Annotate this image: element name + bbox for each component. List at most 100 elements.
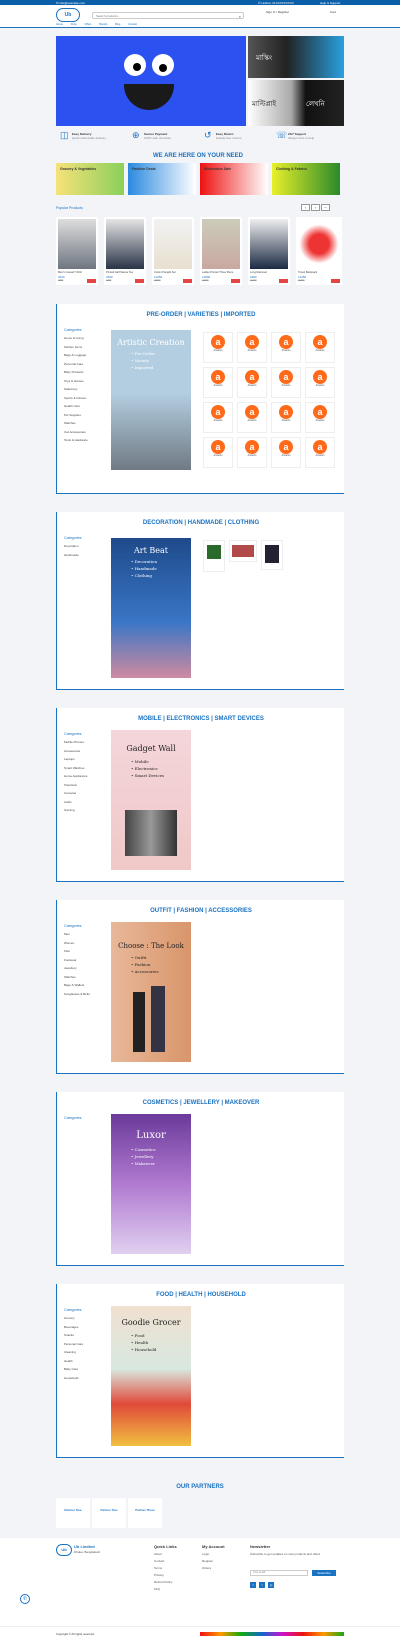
facebook-icon[interactable]: f <box>250 1582 256 1588</box>
next-arrow-icon[interactable]: › <box>311 204 320 211</box>
footer-link[interactable]: FAQ <box>154 1587 160 1591</box>
category-link[interactable]: Stationery <box>64 387 88 391</box>
category-link[interactable]: Cleaning <box>64 1350 83 1354</box>
category-link[interactable]: Handmade <box>64 553 81 557</box>
category-link[interactable]: Television <box>64 783 87 787</box>
category-link[interactable]: Accessories <box>64 749 87 753</box>
category-link[interactable]: Health Care <box>64 404 88 408</box>
nav-item[interactable]: Shop <box>71 23 77 26</box>
brand-tile[interactable]: a Amazon <box>237 367 267 398</box>
partner-logo[interactable]: Partner Three <box>128 1498 162 1528</box>
section-banner[interactable]: Gadget Wall • Mobile • Electronics • Smart… <box>111 730 191 870</box>
hero-tile-1[interactable]: মাস্কিং <box>248 36 344 78</box>
brand-tile[interactable]: a Amazon <box>305 437 335 468</box>
section-banner[interactable]: Art Beat • Decoration • Handmade • Clothin… <box>111 538 191 678</box>
category-link[interactable]: Smart Watches <box>64 766 87 770</box>
brand-tile[interactable]: a Amazon <box>305 402 335 433</box>
brand-tile[interactable]: a Amazon <box>203 437 233 468</box>
nav-item[interactable]: Blog <box>115 23 120 26</box>
category-link[interactable]: Laptops <box>64 757 87 761</box>
category-link[interactable]: Home Appliances <box>64 774 87 778</box>
site-logo[interactable]: Ub <box>56 8 80 22</box>
product-card[interactable]: Long Raincoat ৳980 ৳1200 <box>248 217 290 285</box>
brand-tile[interactable]: a Amazon <box>305 367 335 398</box>
product-card[interactable]: Printed Half Sleeve Tee ৳590 ৳700 <box>104 217 146 285</box>
section-banner[interactable]: Luxor • Cosmetics • Jewellery • Makeover <box>111 1114 191 1254</box>
brand-tile[interactable]: a Amazon <box>203 367 233 398</box>
section-banner[interactable]: Goodie Grocer • Food • Health • Household <box>111 1306 191 1446</box>
category-link[interactable]: Bags & Wallets <box>64 983 90 987</box>
nav-item[interactable]: Brands <box>99 23 107 26</box>
category-link[interactable]: Baby Care <box>64 1367 83 1371</box>
nav-item[interactable]: Offers <box>84 23 91 26</box>
hero-tile-2[interactable]: মাল্টিপ্লাই লেখনি <box>248 80 344 126</box>
category-link[interactable]: Baby Products <box>64 370 88 374</box>
section-banner[interactable]: Choose : The Look • Outfit • Fashion • Acc… <box>111 922 191 1062</box>
twitter-icon[interactable]: t <box>259 1582 265 1588</box>
need-card[interactable]: Grocery & Vegetables <box>56 163 124 195</box>
category-link[interactable]: Bags & Luggage <box>64 353 88 357</box>
need-card[interactable]: Clothing & Fabrics <box>272 163 340 195</box>
category-link[interactable]: Footwear <box>64 958 90 962</box>
category-link[interactable]: Sports & Fitness <box>64 396 88 400</box>
newsletter-email-input[interactable]: Your email <box>250 1570 308 1576</box>
instagram-icon[interactable]: ◎ <box>268 1582 274 1588</box>
footer-link[interactable]: Privacy <box>154 1573 164 1577</box>
category-link[interactable]: Kids <box>64 949 90 953</box>
product-card[interactable]: Men's Casual T-Shirt ৳540 ৳650 <box>56 217 98 285</box>
nav-item[interactable]: Home <box>56 23 63 26</box>
add-to-cart-button[interactable] <box>331 279 340 283</box>
account-link[interactable]: Sign In / Register <box>266 10 289 14</box>
category-link[interactable]: Toys & Games <box>64 379 88 383</box>
brand-tile[interactable]: a Amazon <box>271 332 301 363</box>
product-thumb[interactable] <box>203 540 225 572</box>
category-link[interactable]: Home & Living <box>64 336 88 340</box>
product-card[interactable]: Cotton Panjabi Set ৳1250 ৳1500 <box>152 217 194 285</box>
chat-icon[interactable]: ✆ <box>20 1594 30 1604</box>
category-link[interactable]: Sunglasses & Belts <box>64 992 90 996</box>
category-link[interactable]: Audio <box>64 800 87 804</box>
brand-tile[interactable]: a Amazon <box>237 437 267 468</box>
category-link[interactable]: Women <box>64 941 90 945</box>
brand-tile[interactable]: a Amazon <box>203 402 233 433</box>
subscribe-button[interactable]: Subscribe <box>312 1570 336 1576</box>
category-link[interactable]: Watches <box>64 975 90 979</box>
product-card[interactable]: Travel Backpack ৳1450 ৳1700 <box>296 217 342 285</box>
category-link[interactable]: Gaming <box>64 808 87 812</box>
footer-link[interactable]: Terms <box>154 1566 162 1570</box>
prev-arrow-icon[interactable]: ‹ <box>301 204 310 211</box>
brand-tile[interactable]: a Amazon <box>305 332 335 363</box>
section-banner[interactable]: Artistic Creation • Pre-Order • Variety • … <box>111 330 191 470</box>
footer-link[interactable]: About <box>154 1552 162 1556</box>
footer-link[interactable]: Refund Policy <box>154 1580 173 1584</box>
brand-tile[interactable]: a Amazon <box>237 332 267 363</box>
category-link[interactable]: Tools & Hardware <box>64 438 88 442</box>
add-to-cart-button[interactable] <box>231 279 240 283</box>
category-link[interactable]: Kitchen Items <box>64 345 88 349</box>
footer-link[interactable]: Contact <box>154 1559 164 1563</box>
product-thumb[interactable] <box>229 540 257 562</box>
brand-tile[interactable]: a Amazon <box>237 402 267 433</box>
footer-link[interactable]: Login <box>202 1552 209 1556</box>
category-link[interactable]: Cameras <box>64 791 87 795</box>
category-link[interactable]: Grocery <box>64 1316 83 1320</box>
category-link[interactable]: Snacks <box>64 1333 83 1337</box>
view-all-icon[interactable]: ⋯ <box>321 204 330 211</box>
product-card[interactable]: Ladies Printed Three Piece ৳1890 ৳2200 <box>200 217 242 285</box>
category-link[interactable]: Mobile Phones <box>64 740 87 744</box>
partner-logo[interactable]: Partner One <box>56 1498 90 1528</box>
add-to-cart-button[interactable] <box>183 279 192 283</box>
need-card[interactable]: Fashion Deals <box>128 163 196 195</box>
category-link[interactable]: Car Accessories <box>64 430 88 434</box>
category-link[interactable]: Men <box>64 932 90 936</box>
nav-item[interactable]: Contact <box>128 23 137 26</box>
add-to-cart-button[interactable] <box>87 279 96 283</box>
category-link[interactable]: Personal Care <box>64 1342 83 1346</box>
category-link[interactable]: Decoration <box>64 544 81 548</box>
category-link[interactable]: Health <box>64 1359 83 1363</box>
category-link[interactable]: Jewellery <box>64 966 90 970</box>
brand-tile[interactable]: a Amazon <box>203 332 233 363</box>
category-link[interactable]: Pet Supplies <box>64 413 88 417</box>
footer-link[interactable]: Register <box>202 1559 213 1563</box>
add-to-cart-button[interactable] <box>279 279 288 283</box>
